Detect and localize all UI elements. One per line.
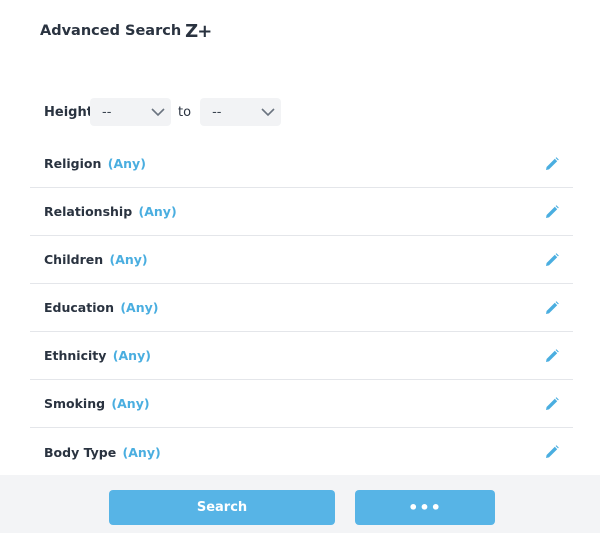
page-title: Advanced Search Z+ (40, 19, 212, 43)
filter-label: Relationship (44, 204, 133, 219)
pencil-icon[interactable] (545, 156, 559, 171)
filter-list: Religion (Any) Relationship (Any) Childr… (30, 140, 573, 476)
height-filter: Height -- to -- (44, 98, 282, 126)
filter-value: (Any) (120, 300, 159, 315)
height-from-value: -- (102, 104, 112, 120)
filter-label: Religion (44, 156, 102, 171)
filter-value: (Any) (122, 444, 161, 460)
filter-label: Education (44, 300, 114, 315)
filter-row-smoking[interactable]: Smoking (Any) (30, 380, 573, 428)
height-to-select[interactable]: -- (200, 98, 282, 126)
filter-row-education[interactable]: Education (Any) (30, 284, 573, 332)
filter-text: Smoking (Any) (44, 396, 150, 411)
filter-text: Ethnicity (Any) (44, 348, 151, 363)
filter-text: Religion (Any) (44, 156, 146, 171)
search-button[interactable]: Search (109, 490, 335, 525)
pencil-icon[interactable] (545, 204, 559, 219)
filter-row-ethnicity[interactable]: Ethnicity (Any) (30, 332, 573, 380)
height-label: Height (44, 104, 93, 120)
filter-text: Relationship (Any) (44, 204, 177, 219)
action-footer: Search ••• (0, 475, 600, 533)
height-to-label: to (178, 104, 192, 120)
page-title-text: Advanced Search (40, 23, 182, 39)
height-from-select[interactable]: -- (90, 98, 171, 126)
pencil-icon[interactable] (545, 300, 559, 315)
filter-label: Ethnicity (44, 348, 107, 363)
filter-value: (Any) (138, 204, 177, 219)
zplus-badge: Z+ (185, 20, 212, 42)
pencil-icon[interactable] (545, 348, 559, 363)
chevron-down-icon (261, 108, 275, 117)
pencil-icon[interactable] (545, 252, 559, 267)
pencil-icon[interactable] (545, 445, 559, 459)
height-to-value: -- (212, 104, 222, 120)
filter-row-religion[interactable]: Religion (Any) (30, 140, 573, 188)
filter-text: Body Type (Any) (44, 445, 161, 460)
filter-row-body-type[interactable]: Body Type (Any) (30, 428, 573, 476)
filter-row-children[interactable]: Children (Any) (30, 236, 573, 284)
filter-value: (Any) (112, 348, 151, 363)
chevron-down-icon (151, 108, 165, 117)
filter-value: (Any) (109, 252, 148, 267)
filter-row-relationship[interactable]: Relationship (Any) (30, 188, 573, 236)
filter-value: (Any) (111, 396, 150, 411)
filter-text: Education (Any) (44, 300, 159, 315)
pencil-icon[interactable] (545, 396, 559, 411)
filter-label: Smoking (44, 396, 106, 411)
advanced-search-page: Advanced Search Z+ Height -- to -- Relig… (0, 0, 600, 533)
filter-label: Body Type (44, 444, 117, 460)
more-options-button[interactable]: ••• (355, 490, 495, 525)
filter-value: (Any) (107, 156, 146, 171)
filter-label: Children (44, 252, 104, 267)
filter-text: Children (Any) (44, 252, 148, 267)
